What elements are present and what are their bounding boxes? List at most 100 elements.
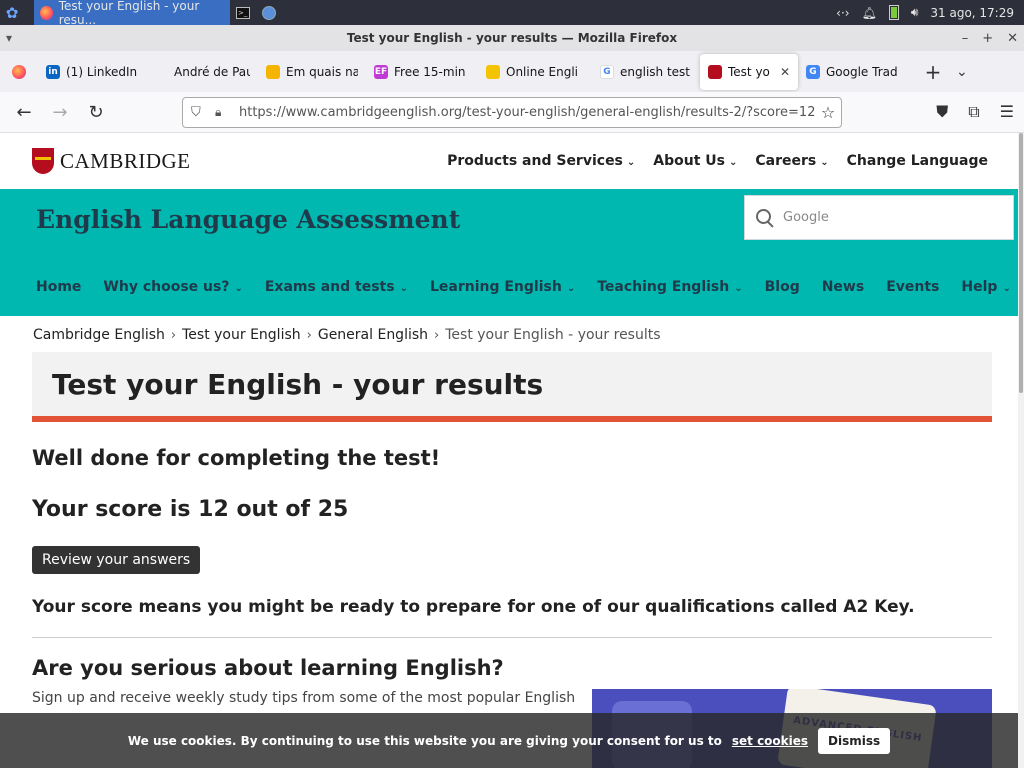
new-tab-button[interactable]: + — [918, 60, 948, 84]
mainnav-item[interactable]: Teaching English ⌄ — [597, 279, 742, 295]
tab-google[interactable]: Genglish test — [592, 54, 700, 90]
chevron-down-icon: ⌄ — [566, 283, 576, 294]
cambridge-icon — [708, 64, 722, 79]
tab-google-translate[interactable]: G Google Trad — [798, 54, 910, 90]
mainnav-item[interactable]: Why choose us? ⌄ — [103, 279, 242, 295]
mainnav-item[interactable]: Exams and tests ⌄ — [265, 279, 408, 295]
tab-label: Em quais na — [286, 64, 358, 79]
taskbar-firefox[interactable]: Test your English - your resu... — [34, 0, 230, 27]
url-text[interactable]: https://www.cambridgeenglish.org/test-yo… — [239, 105, 815, 120]
scrollbar-thumb[interactable] — [1019, 133, 1023, 393]
breadcrumb-item: Test your English - your results — [445, 327, 661, 343]
network-icon[interactable]: ‹·› — [836, 6, 849, 20]
tab-flag[interactable]: Online Engli — [478, 54, 592, 90]
list-all-tabs-button[interactable]: ⌄ — [956, 64, 968, 80]
minimize-button[interactable]: – — [962, 31, 969, 46]
window-titlebar: ▾ Test your English - your results — Moz… — [0, 25, 1024, 51]
chevron-down-icon: ⌄ — [1002, 283, 1011, 294]
google-icon: G — [600, 64, 614, 79]
crown-icon — [266, 64, 280, 79]
topnav-item[interactable]: Change Language — [847, 153, 988, 169]
main-navigation: Home Why choose us? ⌄ Exams and tests ⌄ Learn… — [36, 279, 1011, 295]
topnav-label: Careers — [755, 153, 817, 169]
topnav-item[interactable]: Careers ⌄ — [755, 153, 828, 169]
pocket-icon[interactable]: ⛊ — [936, 102, 948, 122]
topnav-item[interactable]: About Us ⌄ — [653, 153, 737, 169]
close-window-button[interactable]: ✕ — [1007, 31, 1018, 46]
topnav-item[interactable]: Products and Services ⌄ — [447, 153, 635, 169]
tab-crown[interactable]: Em quais na — [258, 54, 366, 90]
window-title: Test your English - your results — Mozil… — [346, 31, 678, 45]
tab-label: english test — [620, 64, 690, 79]
mainnav-item[interactable]: News — [822, 279, 864, 295]
breadcrumb-item[interactable]: Test your English — [182, 327, 301, 343]
ef-icon: EF — [374, 64, 388, 79]
maximize-button[interactable]: + — [982, 31, 993, 46]
mainnav-label: Teaching English — [597, 279, 730, 295]
bell-icon[interactable]: 🔔︎ — [862, 6, 877, 20]
dismiss-cookies-button[interactable]: Dismiss — [818, 727, 891, 754]
set-cookies-link[interactable]: set cookies — [732, 734, 808, 748]
results-content: Well done for completing the test! Your … — [32, 446, 992, 706]
review-answers-button[interactable]: Review your answers — [32, 546, 201, 574]
mainnav-label: Help — [961, 279, 998, 295]
back-button[interactable]: ← — [6, 102, 42, 123]
chevron-down-icon: ⌄ — [729, 157, 738, 168]
window-menu-icon[interactable]: ▾ — [6, 31, 12, 45]
mainnav-item[interactable]: Home — [36, 279, 81, 295]
mainnav-item[interactable]: Learning English ⌄ — [430, 279, 575, 295]
terminal-icon: >_ — [236, 6, 250, 19]
divider — [32, 637, 992, 638]
clock[interactable]: 31 ago, 17:29 — [930, 6, 1014, 20]
search-placeholder[interactable]: Google — [783, 210, 829, 225]
tab-blank-page[interactable]: André de Paula — [146, 54, 258, 90]
reload-button[interactable]: ↻ — [78, 102, 114, 123]
cookie-banner: We use cookies. By continuing to use thi… — [0, 713, 1018, 768]
site-header: CAMBRIDGE Products and Services ⌄ About Us… — [0, 133, 1018, 189]
bookmark-star-icon[interactable]: ☆ — [815, 103, 841, 122]
mainnav-label: Exams and tests — [264, 279, 395, 295]
cookie-text: We use cookies. By continuing to use thi… — [127, 733, 722, 748]
tab-cambridge[interactable]: Test your ✕ — [700, 53, 798, 90]
tab-ef[interactable]: EF Free 15-min — [366, 54, 478, 90]
firefox-view-button[interactable] — [0, 54, 38, 90]
tracking-protection-icon[interactable]: ⛉ — [191, 105, 205, 121]
chevron-down-icon: ⌄ — [234, 283, 243, 294]
address-bar[interactable]: ⛉ 🔒︎ https://www.cambridgeenglish.org/te… — [182, 97, 842, 128]
newsletter-heading: Are you serious about learning English? — [32, 656, 504, 680]
taskbar-firefox-label: Test your English - your resu... — [58, 0, 200, 27]
lock-icon[interactable]: 🔒︎ — [215, 105, 229, 120]
mainnav-label: Why choose us? — [103, 279, 230, 295]
top-navigation: Products and Services ⌄ About Us ⌄ Careers ⌄ C… — [447, 153, 988, 169]
page-title: Test your English - your results — [52, 367, 544, 401]
system-panel: ✿ Test your English - your resu... >_ ‹·… — [0, 0, 1024, 27]
cambridge-logo[interactable]: CAMBRIDGE — [32, 148, 191, 174]
taskbar-terminal[interactable]: >_ — [230, 0, 256, 25]
tab-label: (1) LinkedIn — [66, 64, 138, 79]
topnav-label: About Us — [653, 153, 726, 169]
hamburger-menu-icon[interactable]: ☰ — [1000, 102, 1014, 122]
mainnav-label: Events — [886, 279, 940, 295]
taskbar-app[interactable] — [256, 0, 282, 25]
battery-icon[interactable] — [888, 5, 899, 20]
volume-icon[interactable]: 🔊︎ — [911, 5, 919, 20]
banner-title[interactable]: English Language Assessment — [36, 205, 460, 234]
close-tab-icon[interactable]: ✕ — [780, 65, 790, 79]
topnav-label: Products and Services — [447, 153, 623, 169]
app-menu-icon[interactable]: ✿ — [0, 0, 24, 25]
mainnav-item[interactable]: Help ⌄ — [961, 279, 1010, 295]
firefox-icon — [12, 64, 26, 79]
breadcrumb-item[interactable]: General English — [318, 327, 428, 343]
breadcrumb-item[interactable]: Cambridge English — [33, 327, 165, 343]
search-box[interactable]: Google — [744, 195, 1014, 240]
page-scrollbar[interactable] — [1018, 133, 1024, 768]
mainnav-item[interactable]: Events — [886, 279, 939, 295]
extensions-icon[interactable]: ⧉ — [968, 102, 979, 122]
tab-linkedin[interactable]: in (1) LinkedIn — [38, 54, 146, 90]
completion-heading: Well done for completing the test! — [32, 446, 441, 470]
chevron-down-icon: ⌄ — [626, 157, 636, 168]
mainnav-item[interactable]: Blog — [765, 279, 800, 295]
forward-button[interactable]: → — [42, 102, 78, 123]
mainnav-label: Blog — [764, 279, 800, 295]
score-heading: Your score is 12 out of 25 — [32, 497, 349, 522]
